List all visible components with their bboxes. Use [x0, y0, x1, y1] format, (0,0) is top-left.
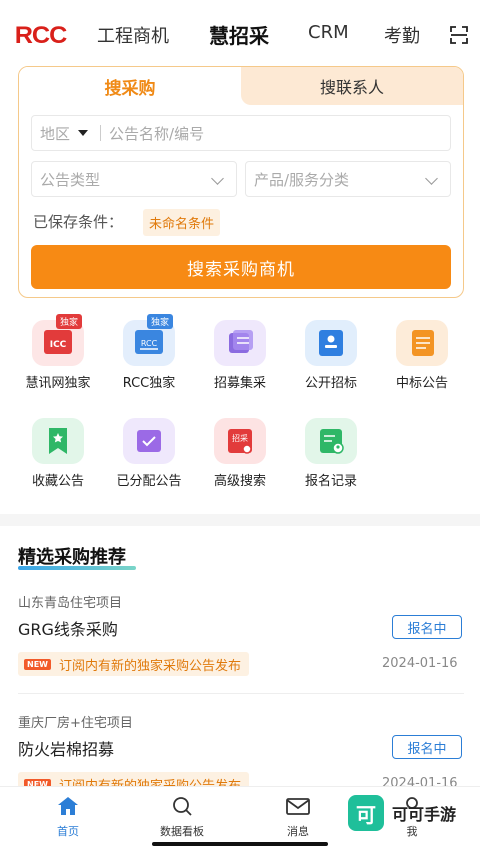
grid-label: 报名记录 [304, 474, 357, 489]
rcc-exclusive-icon: RCC 独家 [123, 314, 175, 366]
row-separator [18, 693, 464, 694]
grid-item-centralized-purchase[interactable]: 招募集采 [198, 320, 282, 391]
bottom-tab-label: 数据看板 [160, 825, 204, 838]
bottom-tab-messages[interactable]: 消息 [268, 795, 328, 839]
mail-icon [286, 798, 310, 815]
notice-text: 订阅内有新的独家采购公告发布 [58, 658, 241, 674]
watermark: 可 可可手游 [348, 794, 468, 832]
svg-text:ICC: ICC [50, 340, 67, 350]
scan-icon[interactable] [450, 26, 468, 44]
grid-label: 中标公告 [395, 376, 448, 391]
grid-item-rcc-exclusive[interactable]: RCC 独家 RCC独家 [107, 314, 191, 391]
assigned-icon [123, 418, 175, 464]
saved-condition-tag[interactable]: 未命名条件 [143, 209, 221, 236]
grid-label: 招募集采 [213, 376, 266, 391]
bottom-tab-dashboard[interactable]: 数据看板 [152, 795, 212, 839]
exclusive-badge: 独家 [56, 314, 83, 329]
grid-label: RCC独家 [122, 376, 176, 391]
grid-item-assigned[interactable]: 已分配公告 [107, 418, 191, 489]
public-tender-icon [305, 320, 357, 366]
registration-record-icon [305, 418, 357, 464]
project-title[interactable]: GRG线条采购 [18, 616, 118, 640]
grid-label: 收藏公告 [31, 474, 84, 489]
bottom-tab-home[interactable]: 首页 [38, 795, 98, 839]
chevron-down-icon [211, 172, 224, 185]
grid-item-public-tender[interactable]: 公开招标 [289, 320, 373, 391]
enroll-status-button[interactable]: 报名中 [392, 735, 462, 759]
field-divider [100, 125, 102, 141]
tab-smart-procurement[interactable]: 慧招采 [209, 20, 269, 49]
category-placeholder: 产品/服务分类 [254, 170, 350, 189]
search-procurement-button[interactable]: 搜索采购商机 [31, 245, 451, 289]
project-area: 重庆厂房+住宅项目 [18, 716, 133, 731]
notice-date: 2024-01-16 [382, 656, 458, 671]
winning-bid-icon [396, 320, 448, 366]
grid-label: 已分配公告 [116, 474, 182, 489]
tab-attendance[interactable]: 考勤 [384, 22, 420, 48]
section-separator [0, 514, 480, 526]
project-title[interactable]: 防火岩棉招募 [18, 736, 114, 760]
grid-item-winning-bid[interactable]: 中标公告 [380, 320, 464, 391]
tab-engineering-opportunities[interactable]: 工程商机 [97, 22, 169, 48]
icc-exclusive-icon: ICC 独家 [32, 314, 84, 366]
grid-item-icc-exclusive[interactable]: ICC 独家 慧讯网独家 [16, 314, 100, 391]
svg-text:招采: 招采 [232, 433, 248, 443]
home-icon [58, 797, 78, 815]
rcc-logo: RCC [14, 22, 67, 49]
notice-type-select[interactable]: 公告类型 [31, 161, 237, 197]
enroll-status-button[interactable]: 报名中 [392, 615, 462, 639]
grid-item-advanced-search[interactable]: 招采 高级搜索 [198, 418, 282, 489]
top-navigation: RCC 工程商机 慧招采 CRM 考勤 [0, 0, 480, 66]
bookmark-icon [32, 418, 84, 464]
grid-label: 高级搜索 [213, 474, 266, 489]
grid-label: 公开招标 [304, 376, 357, 391]
bottom-tab-label: 消息 [287, 825, 309, 838]
project-area: 山东青岛住宅项目 [18, 596, 123, 611]
keyword-input[interactable]: 公告名称/编号 [109, 123, 204, 144]
grid-item-registration-records[interactable]: 报名记录 [289, 418, 373, 489]
tab-crm[interactable]: CRM [308, 22, 349, 43]
chevron-down-icon [425, 172, 438, 185]
keyword-search-field[interactable]: 地区 公告名称/编号 [31, 115, 451, 151]
advanced-search-icon: 招采 [214, 418, 266, 464]
search-card: 搜采购 搜联系人 地区 公告名称/编号 公告类型 产品/服务分类 已保存条件： … [18, 66, 464, 298]
centralized-purchase-icon [214, 320, 266, 366]
exclusive-badge: 独家 [147, 314, 174, 329]
saved-conditions-label: 已保存条件： [33, 213, 124, 231]
search-icon [173, 797, 192, 816]
bottom-tab-label: 首页 [57, 825, 79, 838]
region-selector[interactable]: 地区 [40, 123, 70, 144]
new-badge: NEW [24, 658, 51, 670]
home-indicator [152, 842, 328, 846]
grid-item-bookmarks[interactable]: 收藏公告 [16, 418, 100, 489]
tab-search-procurement[interactable]: 搜采购 [19, 67, 241, 105]
subscription-notice[interactable]: NEW 订阅内有新的独家采购公告发布 [18, 652, 249, 676]
section-title: 精选采购推荐 [18, 547, 126, 568]
watermark-logo: 可 [348, 795, 384, 831]
notice-type-placeholder: 公告类型 [40, 170, 101, 189]
watermark-text: 可可手游 [392, 805, 457, 824]
tab-search-contacts[interactable]: 搜联系人 [241, 67, 463, 105]
search-card-tabs: 搜采购 搜联系人 [19, 67, 463, 105]
svg-text:RCC: RCC [141, 339, 158, 348]
caret-down-icon [78, 130, 89, 136]
grid-label: 慧讯网独家 [25, 376, 91, 391]
category-select[interactable]: 产品/服务分类 [245, 161, 451, 197]
